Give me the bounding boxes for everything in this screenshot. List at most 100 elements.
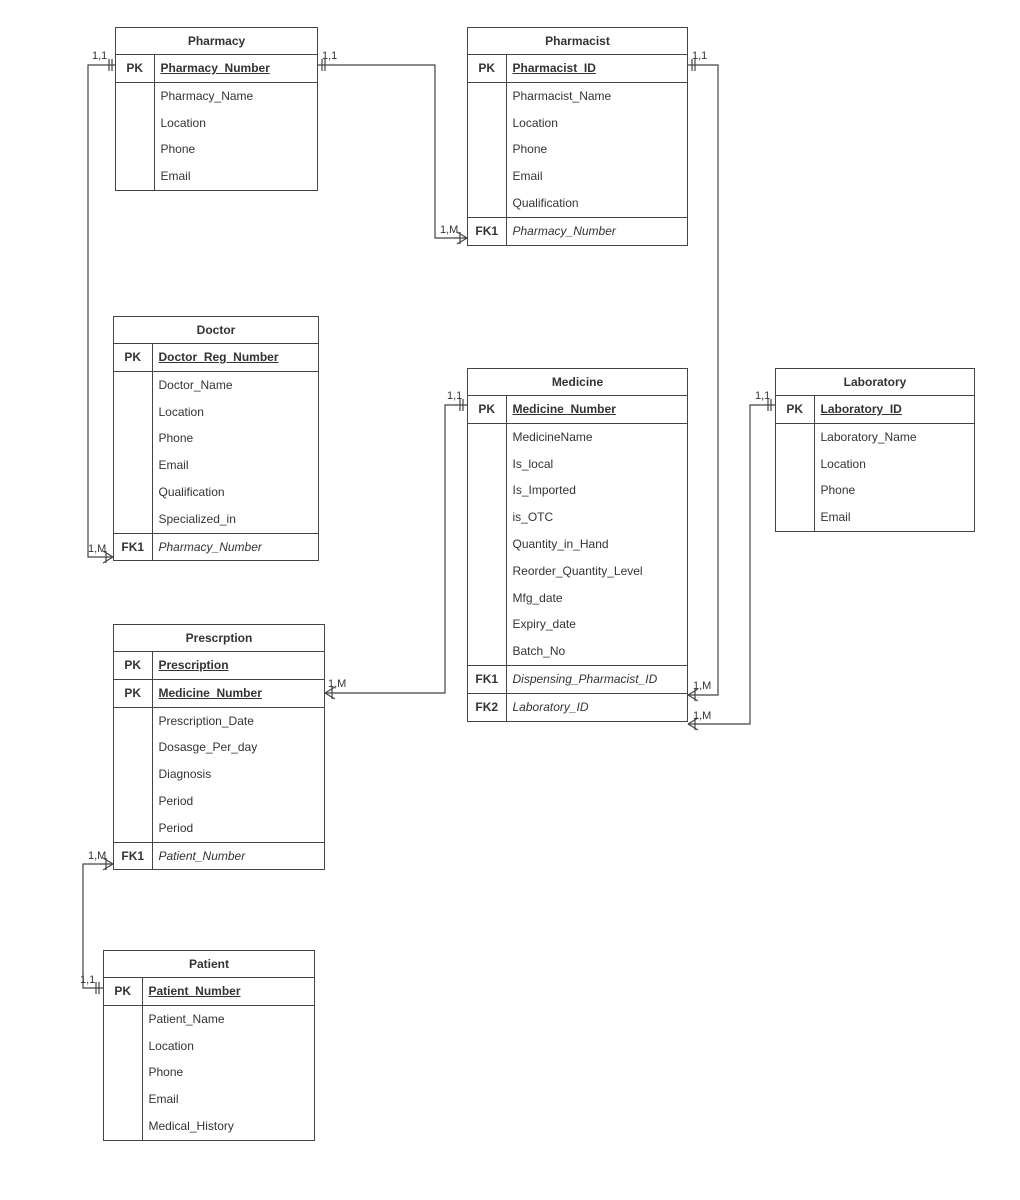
attr-name: Pharmacy_Number — [154, 55, 317, 82]
attr-key — [468, 558, 506, 585]
attr-name: Medical_History — [142, 1113, 314, 1140]
attr-key — [114, 425, 152, 452]
attr-name: Is_local — [506, 451, 687, 478]
cardinality: 1,1 — [755, 390, 770, 402]
attr-name: Batch_No — [506, 638, 687, 665]
entity-title: Patient — [104, 951, 314, 978]
entity-doctor: Doctor PKDoctor_Reg_NumberDoctor_NameLoc… — [113, 316, 319, 561]
attr-name: Location — [506, 110, 687, 137]
entity-title: Laboratory — [776, 369, 974, 396]
attr-key: PK — [104, 978, 142, 1005]
attr-name: Specialized_in — [152, 506, 318, 533]
attr-key: PK — [776, 396, 814, 423]
entity-prescription: Prescrption PKPrescriptionPKMedicine_Num… — [113, 624, 325, 870]
attr-name: Email — [154, 163, 317, 190]
attr-key — [468, 477, 506, 504]
attr-key — [116, 136, 154, 163]
attr-name: Is_Imported — [506, 477, 687, 504]
cardinality: 1,1 — [447, 390, 462, 402]
attr-name: Prescription — [152, 652, 324, 679]
attr-key — [776, 451, 814, 478]
attr-name: Location — [152, 399, 318, 426]
entity-title: Pharmacist — [468, 28, 687, 55]
attr-key — [468, 451, 506, 478]
attr-name: Email — [152, 452, 318, 479]
attr-name: Phone — [814, 477, 974, 504]
entity-laboratory: Laboratory PKLaboratory_IDLaboratory_Nam… — [775, 368, 975, 532]
entity-attrs: PKDoctor_Reg_NumberDoctor_NameLocationPh… — [114, 344, 318, 560]
attr-key — [104, 1059, 142, 1086]
attr-key — [468, 82, 506, 109]
cardinality: 1,M — [328, 678, 346, 690]
attr-name: Medicine_Number — [506, 396, 687, 423]
attr-name: Pharmacy_Name — [154, 82, 317, 109]
attr-key: PK — [114, 679, 152, 707]
attr-key: FK1 — [468, 665, 506, 693]
attr-key — [114, 707, 152, 734]
attr-key — [776, 504, 814, 531]
attr-key: PK — [114, 344, 152, 371]
cardinality: 1,M — [440, 224, 458, 236]
attr-name: Qualification — [506, 190, 687, 217]
entity-pharmacist: Pharmacist PKPharmacist_IDPharmacist_Nam… — [467, 27, 688, 246]
attr-key — [104, 1113, 142, 1140]
attr-key: PK — [116, 55, 154, 82]
attr-key — [776, 423, 814, 450]
entity-patient: Patient PKPatient_NumberPatient_NameLoca… — [103, 950, 315, 1141]
attr-name: Laboratory_Name — [814, 423, 974, 450]
attr-name: Location — [814, 451, 974, 478]
attr-name: Quantity_in_Hand — [506, 531, 687, 558]
cardinality: 1,M — [88, 543, 106, 555]
entity-attrs: PKPrescriptionPKMedicine_NumberPrescript… — [114, 652, 324, 869]
attr-key — [116, 82, 154, 109]
attr-key — [114, 761, 152, 788]
attr-name: is_OTC — [506, 504, 687, 531]
attr-key — [104, 1005, 142, 1032]
entity-pharmacy: Pharmacy PKPharmacy_NumberPharmacy_NameL… — [115, 27, 318, 191]
attr-name: Phone — [152, 425, 318, 452]
attr-key — [468, 638, 506, 665]
cardinality: 1,1 — [322, 50, 337, 62]
entity-attrs: PKPharmacy_NumberPharmacy_NameLocationPh… — [116, 55, 317, 190]
attr-name: Period — [152, 788, 324, 815]
attr-name: Reorder_Quantity_Level — [506, 558, 687, 585]
cardinality: 1,1 — [692, 50, 707, 62]
attr-name: Medicine_Number — [152, 679, 324, 707]
attr-name: Pharmacist_ID — [506, 55, 687, 82]
entity-title: Medicine — [468, 369, 687, 396]
attr-key: PK — [468, 396, 506, 423]
attr-key — [114, 479, 152, 506]
entity-title: Pharmacy — [116, 28, 317, 55]
attr-name: Email — [814, 504, 974, 531]
attr-key — [114, 506, 152, 533]
attr-name: Patient_Number — [142, 978, 314, 1005]
cardinality: 1,M — [88, 850, 106, 862]
attr-key — [468, 585, 506, 612]
attr-key — [116, 110, 154, 137]
attr-name: Diagnosis — [152, 761, 324, 788]
attr-name: Location — [142, 1033, 314, 1060]
attr-name: MedicineName — [506, 423, 687, 450]
entity-attrs: PKPatient_NumberPatient_NameLocationPhon… — [104, 978, 314, 1140]
attr-key — [114, 399, 152, 426]
attr-name: Phone — [142, 1059, 314, 1086]
attr-name: Laboratory_ID — [814, 396, 974, 423]
attr-key: PK — [468, 55, 506, 82]
attr-name: Doctor_Reg_Number — [152, 344, 318, 371]
attr-key: FK1 — [468, 217, 506, 244]
attr-name: Expiry_date — [506, 611, 687, 638]
attr-name: Dosasge_Per_day — [152, 734, 324, 761]
entity-medicine: Medicine PKMedicine_NumberMedicineNameIs… — [467, 368, 688, 722]
attr-key — [776, 477, 814, 504]
attr-key: FK1 — [114, 533, 152, 560]
attr-key: PK — [114, 652, 152, 679]
attr-name: Pharmacy_Number — [152, 533, 318, 560]
attr-key — [114, 452, 152, 479]
attr-key — [114, 815, 152, 842]
attr-key — [468, 423, 506, 450]
attr-key — [468, 504, 506, 531]
attr-name: Email — [506, 163, 687, 190]
attr-name: Phone — [154, 136, 317, 163]
attr-name: Phone — [506, 136, 687, 163]
entity-attrs: PKPharmacist_IDPharmacist_NameLocationPh… — [468, 55, 687, 245]
